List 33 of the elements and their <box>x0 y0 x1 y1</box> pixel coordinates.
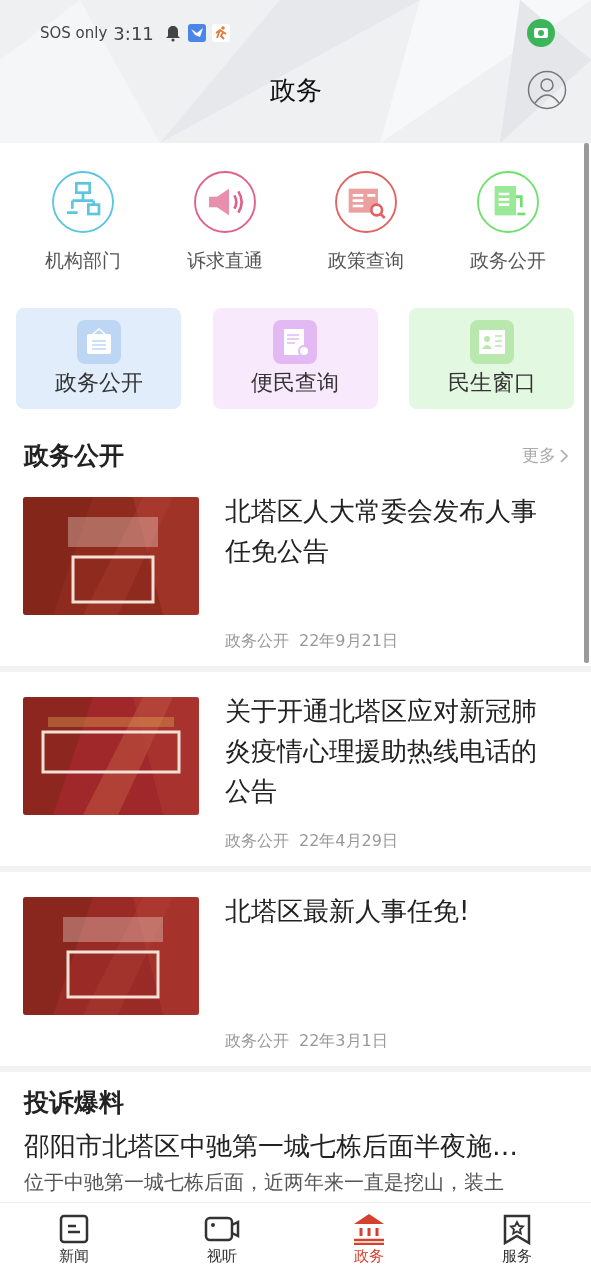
article-date: 22年9月21日 <box>299 631 398 652</box>
document-search-icon <box>273 319 317 364</box>
nav-tab[interactable]: 政务 <box>295 1203 444 1280</box>
notice-board-icon <box>76 319 121 364</box>
clock: 3:11 <box>113 22 154 44</box>
article-title[interactable]: 北塔区最新人事任免! <box>225 891 551 931</box>
nav-tab[interactable]: 新闻 <box>0 1203 148 1280</box>
carrier-text: SOS only <box>40 24 108 42</box>
article-date: 22年3月1日 <box>299 1031 388 1052</box>
shortcut-button[interactable]: 政策查询 <box>295 170 438 274</box>
nav-tab[interactable]: 服务 <box>443 1203 591 1280</box>
id-card-icon <box>469 319 514 364</box>
section-title: 投诉爆料 <box>24 1087 125 1119</box>
category-card[interactable]: 便民查询 <box>212 308 378 409</box>
article-source: 政务公开 <box>225 631 289 652</box>
complaint-excerpt: 位于中驰第一城七栋后面，近两年来一直是挖山，装土 <box>24 1170 505 1194</box>
category-card[interactable]: 政务公开 <box>16 308 181 409</box>
camera-icon <box>527 19 555 47</box>
shortcut-button[interactable]: 诉求直通 <box>153 170 296 274</box>
user-avatar-icon[interactable] <box>527 70 567 110</box>
article-title[interactable]: 关于开通北塔区应对新冠肺炎疫情心理援助热线电话的公告 <box>225 691 551 811</box>
article-date: 22年4月29日 <box>299 831 398 852</box>
complaint-headline[interactable]: 邵阳市北塔区中驰第一城七栋后面半夜施… <box>24 1129 567 1164</box>
article-title[interactable]: 北塔区人大常委会发布人事任免公告 <box>225 491 551 571</box>
nav-tab[interactable]: 视听 <box>147 1203 296 1280</box>
shortcut-button[interactable]: 政务公开 <box>437 170 579 274</box>
article-source: 政务公开 <box>225 1031 289 1052</box>
shortcut-button[interactable]: 机构部门 <box>12 170 154 274</box>
article-source: 政务公开 <box>225 831 289 852</box>
section-title: 政务公开 <box>24 440 124 472</box>
chevron-right-icon <box>560 448 569 463</box>
page-title: 政务 <box>269 73 322 107</box>
category-card[interactable]: 民生窗口 <box>409 308 574 409</box>
